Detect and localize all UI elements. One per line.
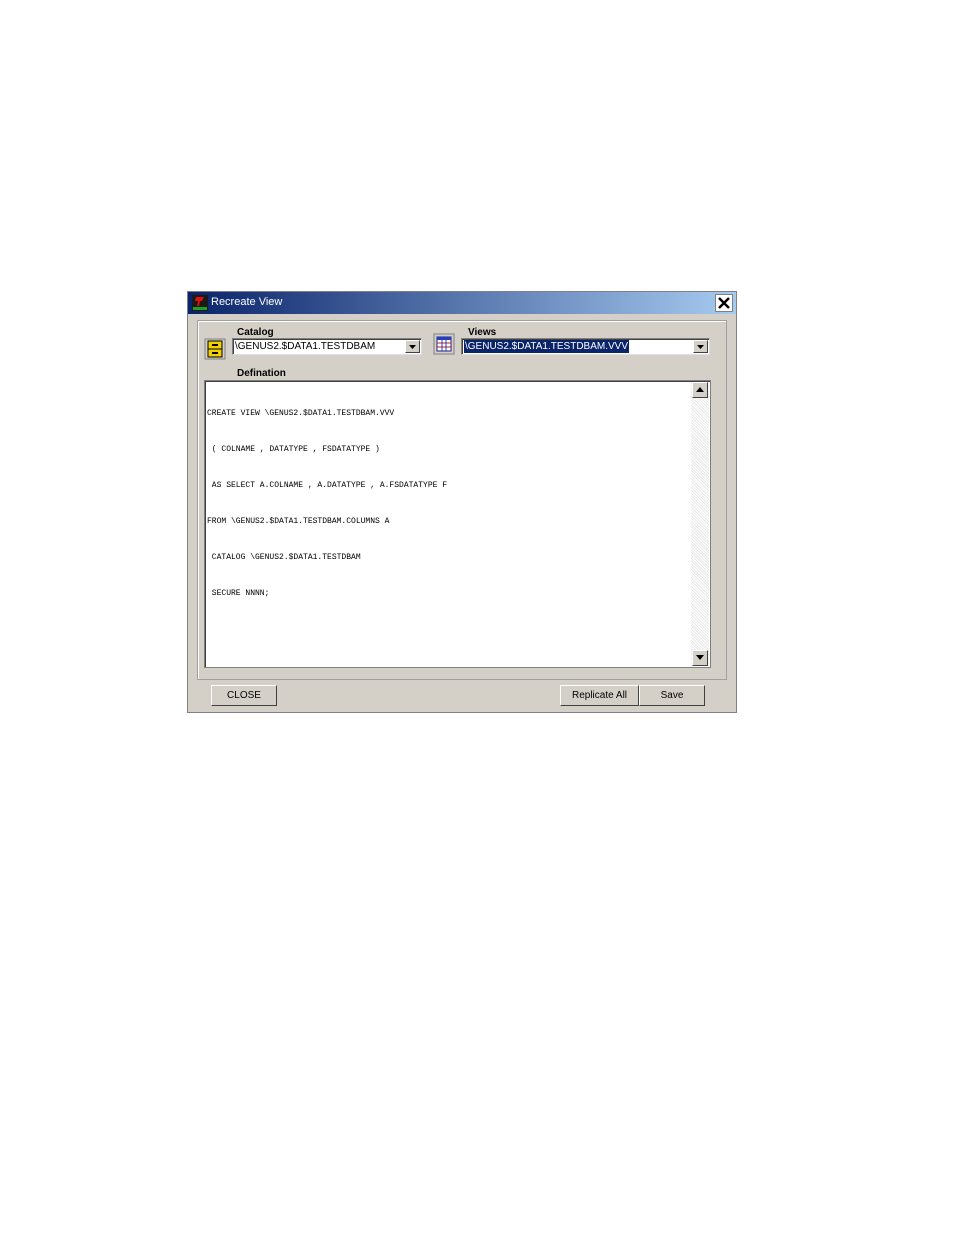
views-combobox[interactable]: \GENUS2.$DATA1.TESTDBAM.VVV (461, 338, 710, 355)
sql-line: CATALOG \GENUS2.$DATA1.TESTDBAM (207, 553, 361, 562)
cabinet-icon (204, 338, 226, 360)
recreate-view-dialog: Recreate View Catalog \GENUS2.$DATA1.TES… (187, 291, 737, 713)
title-bar[interactable]: Recreate View (188, 292, 736, 314)
catalog-combobox[interactable]: \GENUS2.$DATA1.TESTDBAM (232, 338, 422, 355)
sql-line: AS SELECT A.COLNAME , A.DATATYPE , A.FSD… (207, 481, 448, 490)
definition-textarea[interactable]: CREATE VIEW \GENUS2.$DATA1.TESTDBAM.VVV … (204, 380, 711, 668)
table-grid-icon[interactable] (433, 333, 455, 355)
chevron-down-icon[interactable] (405, 340, 420, 353)
close-button[interactable]: CLOSE (211, 685, 277, 706)
window-title: Recreate View (211, 296, 283, 308)
definition-text: CREATE VIEW \GENUS2.$DATA1.TESTDBAM.VVV … (207, 384, 447, 624)
vertical-scrollbar[interactable] (691, 382, 709, 666)
definition-label: Defination (237, 368, 286, 379)
sql-line: FROM \GENUS2.$DATA1.TESTDBAM.COLUMNS A (207, 517, 390, 526)
views-label: Views (468, 327, 497, 338)
tandem-logo-icon (192, 295, 208, 311)
sql-line: SECURE NNNN; (207, 589, 270, 598)
save-button[interactable]: Save (639, 685, 705, 706)
replicate-all-button[interactable]: Replicate All (560, 685, 639, 706)
sql-line: CREATE VIEW \GENUS2.$DATA1.TESTDBAM.VVV (207, 409, 395, 418)
scroll-down-icon[interactable] (692, 650, 708, 666)
sql-line: ( COLNAME , DATATYPE , FSDATATYPE ) (207, 445, 380, 454)
scroll-up-icon[interactable] (692, 382, 708, 398)
close-icon[interactable] (715, 294, 733, 312)
catalog-value: \GENUS2.$DATA1.TESTDBAM (235, 341, 376, 352)
catalog-label: Catalog (237, 327, 274, 338)
views-value: \GENUS2.$DATA1.TESTDBAM.VVV (464, 340, 630, 353)
chevron-down-icon[interactable] (693, 340, 708, 353)
